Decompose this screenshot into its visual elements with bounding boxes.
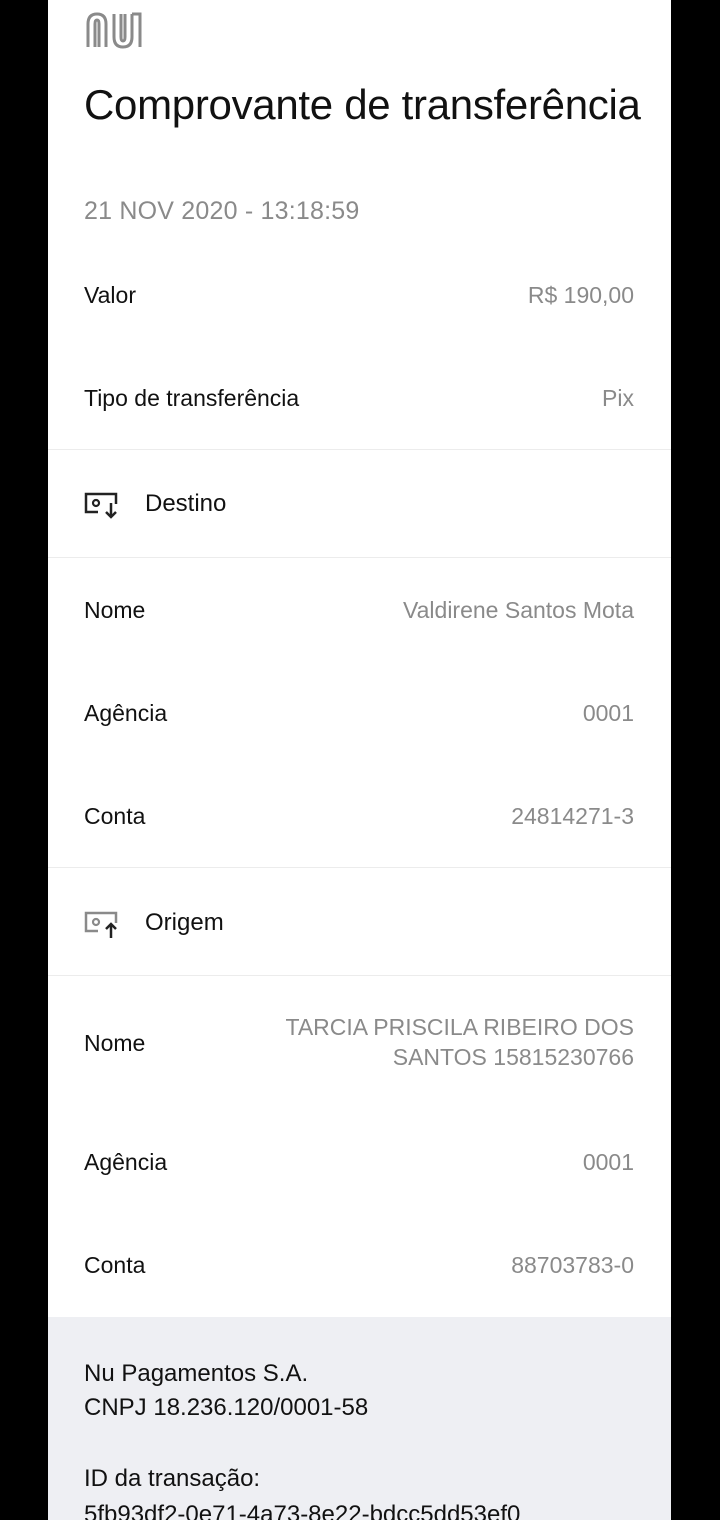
transfer-type-value: Pix [602,385,634,411]
origem-agency-label: Agência [84,1149,168,1175]
divider [48,975,671,976]
origem-account-value: 88703783-0 [511,1252,634,1278]
transaction-id-value[interactable]: 5fb93df2-0e71-4a73-8e22-bdcc5dd53ef0 [84,1501,520,1520]
destino-name-row: Nome Valdirene Santos Mota [48,595,671,635]
company-name: Nu Pagamentos S.A. [84,1360,309,1387]
origem-name-label: Nome [84,1030,146,1056]
destino-section-header: Destino [48,470,671,540]
origem-name-row: Nome TARCIA PRISCILA RIBEIRO DOS SANTOS … [48,1012,671,1076]
divider [48,867,671,868]
company-info: Nu Pagamentos S.A. CNPJ 18.236.120/0001-… [84,1357,368,1425]
transaction-id-label: ID da transação: [84,1465,261,1492]
transfer-type-row: Tipo de transferência Pix [48,383,671,423]
company-cnpj: CNPJ 18.236.120/0001-58 [84,1394,369,1421]
destino-name-label: Nome [84,597,146,623]
origem-name-line1: TARCIA PRISCILA RIBEIRO DOS [285,1014,635,1040]
receipt-card: Comprovante de transferência 21 NOV 2020… [48,0,671,1520]
origem-agency-row: Agência 0001 [48,1147,671,1187]
origem-account-label: Conta [84,1252,146,1278]
origem-account-row: Conta 88703783-0 [48,1250,671,1290]
destino-account-row: Conta 24814271-3 [48,801,671,841]
destino-name-value: Valdirene Santos Mota [403,597,634,623]
page-title: Comprovante de transferência [84,81,641,128]
origem-label: Origem [145,909,224,936]
value-label: Valor [84,282,136,308]
origem-section-header: Origem [48,889,671,959]
divider [48,557,671,558]
nu-logo-icon [86,12,142,49]
value-amount: R$ 190,00 [527,282,634,308]
send-money-icon [84,911,118,938]
origem-agency-value: 0001 [582,1149,634,1175]
transfer-timestamp: 21 NOV 2020 - 13:18:59 [84,197,360,225]
receipt-footer: Nu Pagamentos S.A. CNPJ 18.236.120/0001-… [48,1317,671,1520]
divider [48,449,671,450]
destino-agency-row: Agência 0001 [48,698,671,738]
receive-money-icon [84,492,118,519]
destino-account-value: 24814271-3 [511,803,634,829]
destino-agency-label: Agência [84,700,168,726]
destino-label: Destino [145,490,227,517]
value-row: Valor R$ 190,00 [48,280,671,320]
destino-agency-value: 0001 [582,700,634,726]
transfer-type-label: Tipo de transferência [84,385,300,411]
origem-name-line2: SANTOS 15815230766 [392,1044,634,1070]
origem-name-value: TARCIA PRISCILA RIBEIRO DOS SANTOS 15815… [286,1012,635,1072]
destino-account-label: Conta [84,803,146,829]
